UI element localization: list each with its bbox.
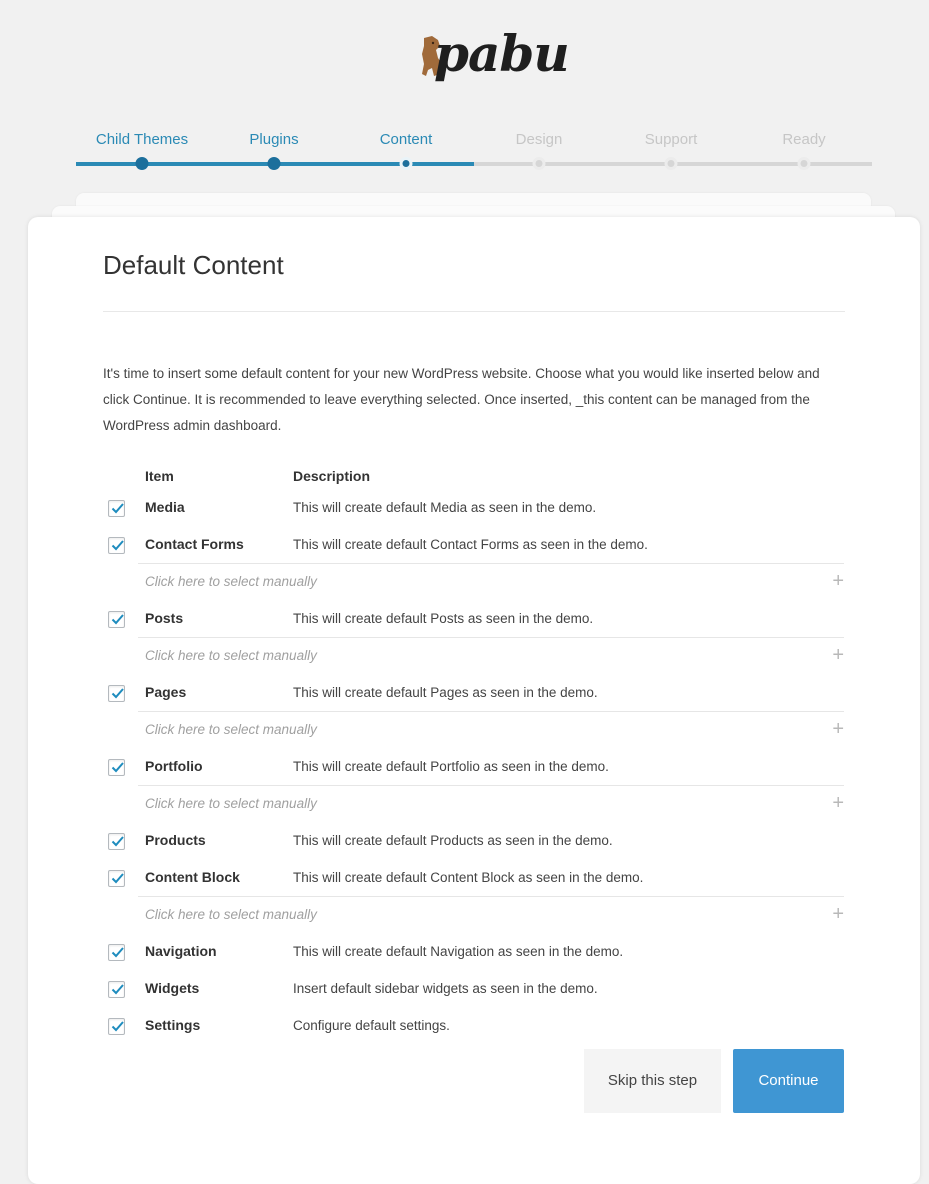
table-row: Pages This will create default Pages as s…	[28, 674, 920, 711]
step-dot-support	[664, 157, 678, 170]
table-row: Widgets Insert default sidebar widgets as…	[28, 970, 920, 1007]
step-dot-content	[399, 157, 413, 170]
table-row: Contact Forms This will create default Co…	[28, 526, 920, 563]
page-title: Default Content	[103, 250, 284, 280]
table-row: Products This will create default Product…	[28, 822, 920, 859]
item-description: This will create default Content Block a…	[293, 870, 644, 885]
column-header-item: Item	[145, 468, 174, 484]
item-description: Insert default sidebar widgets as seen i…	[293, 981, 598, 996]
item-description: This will create default Pages as seen i…	[293, 685, 598, 700]
step-ready: Ready	[782, 131, 826, 148]
checkmark-icon	[111, 984, 124, 995]
table-row: Portfolio This will create default Portfo…	[28, 748, 920, 785]
checkmark-icon	[111, 688, 124, 699]
logo-wordmark: pabu	[434, 24, 570, 83]
select-manually-row[interactable]: Click here to select manually +	[138, 785, 844, 822]
setup-steps: Child Themes Plugins Content Design Supp…	[0, 125, 929, 175]
checkmark-icon	[111, 873, 124, 884]
item-name: Posts	[145, 610, 184, 626]
select-manually-link[interactable]: Click here to select manually	[145, 648, 317, 663]
checkmark-icon	[111, 540, 124, 551]
item-description: This will create default Navigation as s…	[293, 944, 624, 959]
checkmark-icon	[111, 947, 124, 958]
item-checkbox[interactable]	[108, 870, 125, 887]
continue-button[interactable]: Continue	[733, 1049, 844, 1113]
step-dot-plugins	[267, 157, 281, 170]
step-plugins[interactable]: Plugins	[249, 131, 298, 148]
table-row: Media This will create default Media as s…	[28, 489, 920, 526]
plus-icon[interactable]: +	[832, 644, 844, 667]
step-dot-ready	[797, 157, 811, 170]
item-description: This will create default Portfolio as se…	[293, 759, 609, 774]
select-manually-link[interactable]: Click here to select manually	[145, 796, 317, 811]
select-manually-link[interactable]: Click here to select manually	[145, 574, 317, 589]
table-row: Settings Configure default settings.	[28, 1007, 920, 1044]
plus-icon[interactable]: +	[832, 718, 844, 741]
item-description: This will create default Posts as seen i…	[293, 611, 594, 626]
select-manually-row[interactable]: Click here to select manually +	[138, 711, 844, 748]
plus-icon[interactable]: +	[832, 903, 844, 926]
skip-step-button[interactable]: Skip this step	[584, 1049, 721, 1113]
title-divider	[103, 311, 845, 312]
table-row: Posts This will create default Posts as s…	[28, 600, 920, 637]
item-name: Contact Forms	[145, 536, 244, 552]
step-dot-child-themes	[135, 157, 149, 170]
item-checkbox[interactable]	[108, 685, 125, 702]
item-name: Portfolio	[145, 758, 203, 774]
item-description: This will create default Contact Forms a…	[293, 537, 648, 552]
item-name: Content Block	[145, 869, 240, 885]
select-manually-row[interactable]: Click here to select manually +	[138, 637, 844, 674]
item-name: Products	[145, 832, 206, 848]
table-row: Navigation This will create default Navig…	[28, 933, 920, 970]
plus-icon[interactable]: +	[832, 792, 844, 815]
column-header-description: Description	[293, 468, 371, 484]
item-checkbox[interactable]	[108, 1018, 125, 1035]
select-manually-link[interactable]: Click here to select manually	[145, 907, 317, 922]
content-card: Default Content It's time to insert some…	[28, 217, 920, 1184]
checkmark-icon	[111, 1021, 124, 1032]
step-child-themes[interactable]: Child Themes	[96, 131, 188, 148]
item-name: Media	[145, 499, 185, 515]
item-description: Configure default settings.	[293, 1018, 450, 1033]
select-manually-row[interactable]: Click here to select manually +	[138, 896, 844, 933]
checkmark-icon	[111, 503, 124, 514]
item-checkbox[interactable]	[108, 759, 125, 776]
item-name: Settings	[145, 1017, 201, 1033]
intro-text: It's time to insert some default content…	[103, 366, 820, 433]
step-support: Support	[644, 131, 698, 148]
item-checkbox[interactable]	[108, 537, 125, 554]
select-manually-link[interactable]: Click here to select manually	[145, 722, 317, 737]
item-checkbox[interactable]	[108, 833, 125, 850]
item-name: Widgets	[145, 980, 200, 996]
checkmark-icon	[111, 836, 124, 847]
table-row: Content Block This will create default Co…	[28, 859, 920, 896]
item-description: This will create default Products as see…	[293, 833, 613, 848]
item-checkbox[interactable]	[108, 611, 125, 628]
item-checkbox[interactable]	[108, 944, 125, 961]
step-dot-design	[532, 157, 546, 170]
plus-icon[interactable]: +	[832, 570, 844, 593]
item-description: This will create default Media as seen i…	[293, 500, 597, 515]
item-checkbox[interactable]	[108, 981, 125, 998]
step-content[interactable]: Content	[380, 131, 433, 148]
select-manually-row[interactable]: Click here to select manually +	[138, 563, 844, 600]
checkmark-icon	[111, 762, 124, 773]
item-name: Navigation	[145, 943, 217, 959]
checkmark-icon	[111, 614, 124, 625]
item-name: Pages	[145, 684, 187, 700]
item-checkbox[interactable]	[108, 500, 125, 517]
step-design: Design	[515, 131, 563, 148]
